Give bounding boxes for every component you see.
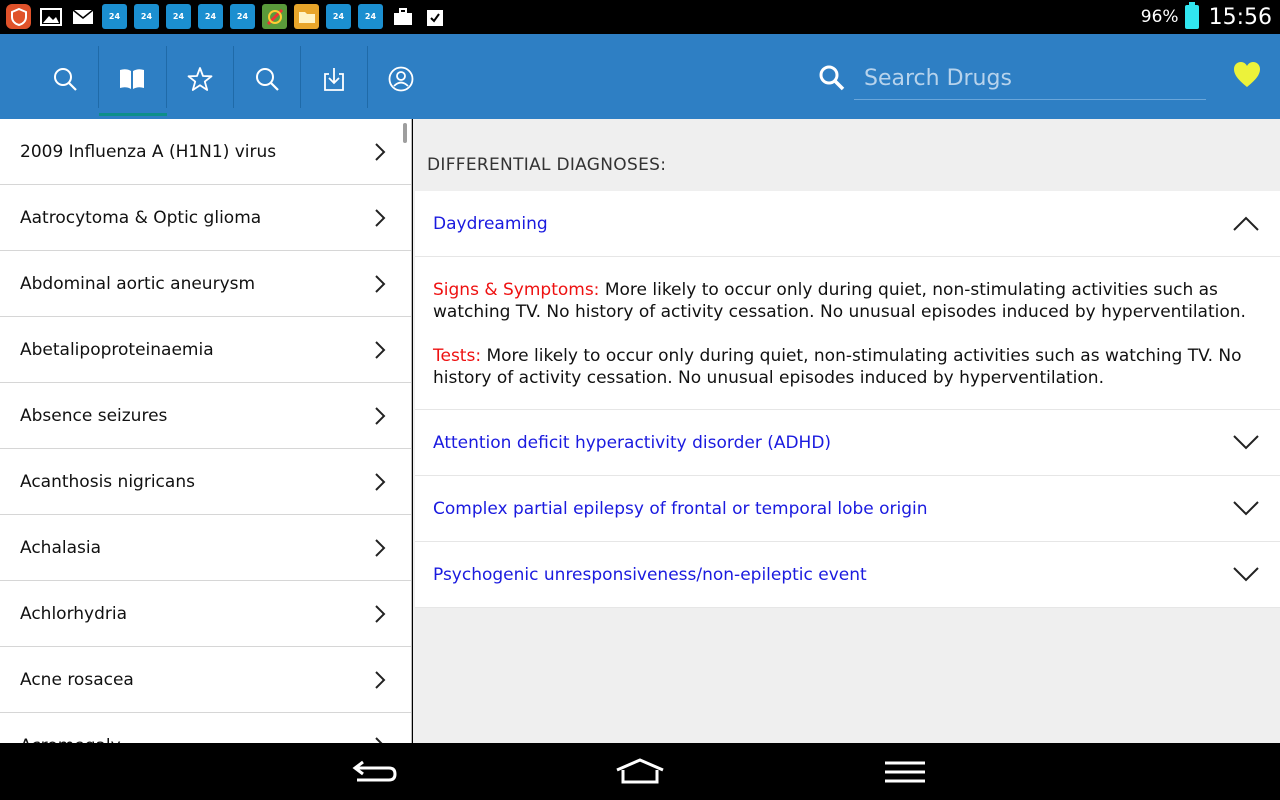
list-item[interactable]: Acne rosacea bbox=[0, 647, 411, 713]
search-drugs-input[interactable] bbox=[854, 58, 1206, 100]
list-item[interactable]: Achlorhydria bbox=[0, 581, 411, 647]
app-toolbar bbox=[0, 34, 1280, 119]
france24-icon: 24 bbox=[166, 4, 191, 29]
notification-icons: 24 24 24 24 24 24 24 bbox=[6, 4, 447, 29]
back-icon bbox=[352, 760, 397, 782]
list-item[interactable]: Abetalipoproteinaemia bbox=[0, 317, 411, 383]
list-item-label: Absence seizures bbox=[20, 405, 168, 426]
image-icon bbox=[38, 4, 63, 29]
tests-text: More likely to occur only during quiet, … bbox=[433, 346, 1242, 388]
status-bar: 24 24 24 24 24 24 24 96% 15:56 bbox=[0, 0, 1280, 34]
mail-icon bbox=[70, 4, 95, 29]
favorites-tab-button[interactable] bbox=[167, 44, 233, 114]
list-item[interactable]: Acromegaly bbox=[0, 713, 411, 743]
detail-pane: DIFFERENTIAL DIAGNOSES: Daydreaming Sign… bbox=[413, 119, 1280, 743]
list-item-label: Achalasia bbox=[20, 537, 102, 558]
list-item-label: Achlorhydria bbox=[20, 603, 128, 624]
accordion-title: Complex partial epilepsy of frontal or t… bbox=[433, 498, 928, 519]
home-icon bbox=[616, 758, 664, 784]
signs-paragraph: Signs & Symptoms: More likely to occur o… bbox=[433, 279, 1262, 323]
chevron-right-icon bbox=[375, 209, 386, 227]
list-item[interactable]: Abdominal aortic aneurysm bbox=[0, 251, 411, 317]
shield-icon bbox=[6, 4, 31, 29]
list-item-label: Acromegaly bbox=[20, 736, 121, 744]
accordion-header[interactable]: Attention deficit hyperactivity disorder… bbox=[415, 410, 1280, 476]
clipboard-check-icon bbox=[422, 4, 447, 29]
search-icon bbox=[54, 68, 77, 91]
accordion-title: Daydreaming bbox=[433, 213, 548, 234]
list-item[interactable]: Absence seizures bbox=[0, 383, 411, 449]
download-icon bbox=[324, 68, 344, 91]
chevron-down-icon bbox=[1233, 435, 1259, 450]
list-item-label: Abetalipoproteinaemia bbox=[20, 339, 214, 360]
heart-icon[interactable] bbox=[1232, 60, 1262, 90]
tests-label: Tests: bbox=[433, 346, 482, 366]
folder-icon bbox=[294, 4, 319, 29]
accordion-body: Signs & Symptoms: More likely to occur o… bbox=[415, 257, 1280, 410]
list-item[interactable]: Aatrocytoma & Optic glioma bbox=[0, 185, 411, 251]
chevron-right-icon bbox=[375, 407, 386, 425]
list-item-label: 2009 Influenza A (H1N1) virus bbox=[20, 141, 277, 162]
star-icon bbox=[187, 67, 213, 91]
menu-icon bbox=[885, 761, 925, 783]
chevron-right-icon bbox=[375, 539, 386, 557]
chevron-right-icon bbox=[375, 143, 386, 161]
accordion-header[interactable]: Complex partial epilepsy of frontal or t… bbox=[415, 476, 1280, 542]
home-button[interactable] bbox=[610, 755, 670, 789]
france24-icon: 24 bbox=[358, 4, 383, 29]
chevron-right-icon bbox=[375, 275, 386, 293]
france24-icon: 24 bbox=[230, 4, 255, 29]
france24-icon: 24 bbox=[102, 4, 127, 29]
search-tab-button[interactable] bbox=[32, 44, 98, 114]
book-icon bbox=[120, 69, 144, 89]
list-item-label: Abdominal aortic aneurysm bbox=[20, 273, 256, 294]
chevron-down-icon bbox=[1233, 567, 1259, 582]
search-icon bbox=[256, 68, 279, 91]
list-item-label: Acne rosacea bbox=[20, 669, 134, 690]
app-icon bbox=[262, 4, 287, 29]
clock: 15:56 bbox=[1208, 4, 1272, 30]
search-tab-button-2[interactable] bbox=[234, 44, 300, 114]
accordion-title: Psychogenic unresponsiveness/non-epilept… bbox=[433, 564, 867, 585]
accordion-title: Attention deficit hyperactivity disorder… bbox=[433, 432, 832, 453]
chevron-right-icon bbox=[375, 605, 386, 623]
profile-icon bbox=[388, 66, 414, 92]
back-button[interactable] bbox=[345, 755, 405, 789]
section-title: DIFFERENTIAL DIAGNOSES: bbox=[427, 155, 667, 175]
system-nav-bar bbox=[0, 743, 1280, 800]
france24-icon: 24 bbox=[326, 4, 351, 29]
accordion-expanded: Daydreaming Signs & Symptoms: More likel… bbox=[415, 191, 1280, 608]
tests-paragraph: Tests: More likely to occur only during … bbox=[433, 345, 1262, 389]
profile-tab-button[interactable] bbox=[368, 44, 434, 114]
briefcase-icon bbox=[390, 4, 415, 29]
france24-icon: 24 bbox=[198, 4, 223, 29]
list-item-label: Aatrocytoma & Optic glioma bbox=[20, 207, 262, 228]
accordion-header-daydreaming[interactable]: Daydreaming bbox=[415, 191, 1280, 257]
chevron-right-icon bbox=[375, 341, 386, 359]
accordion-header[interactable]: Psychogenic unresponsiveness/non-epilept… bbox=[415, 542, 1280, 608]
list-item-label: Acanthosis nigricans bbox=[20, 471, 195, 492]
list-item[interactable]: Achalasia bbox=[0, 515, 411, 581]
condition-list[interactable]: 2009 Influenza A (H1N1) virus Aatrocytoma… bbox=[0, 119, 412, 743]
signs-label: Signs & Symptoms: bbox=[433, 280, 600, 300]
battery-icon bbox=[1184, 2, 1199, 29]
chevron-right-icon bbox=[375, 737, 383, 743]
search-icon[interactable] bbox=[818, 64, 846, 92]
chevron-right-icon bbox=[375, 473, 386, 491]
chevron-right-icon bbox=[375, 671, 386, 689]
download-tab-button[interactable] bbox=[301, 44, 367, 114]
menu-button[interactable] bbox=[875, 755, 935, 789]
chevron-up-icon bbox=[1233, 216, 1259, 231]
book-tab-button[interactable] bbox=[99, 44, 167, 116]
list-item[interactable]: 2009 Influenza A (H1N1) virus bbox=[0, 119, 411, 185]
battery-percent: 96% bbox=[1140, 7, 1179, 27]
chevron-down-icon bbox=[1233, 501, 1259, 516]
list-item[interactable]: Acanthosis nigricans bbox=[0, 449, 411, 515]
france24-icon: 24 bbox=[134, 4, 159, 29]
drug-search bbox=[818, 58, 1208, 102]
